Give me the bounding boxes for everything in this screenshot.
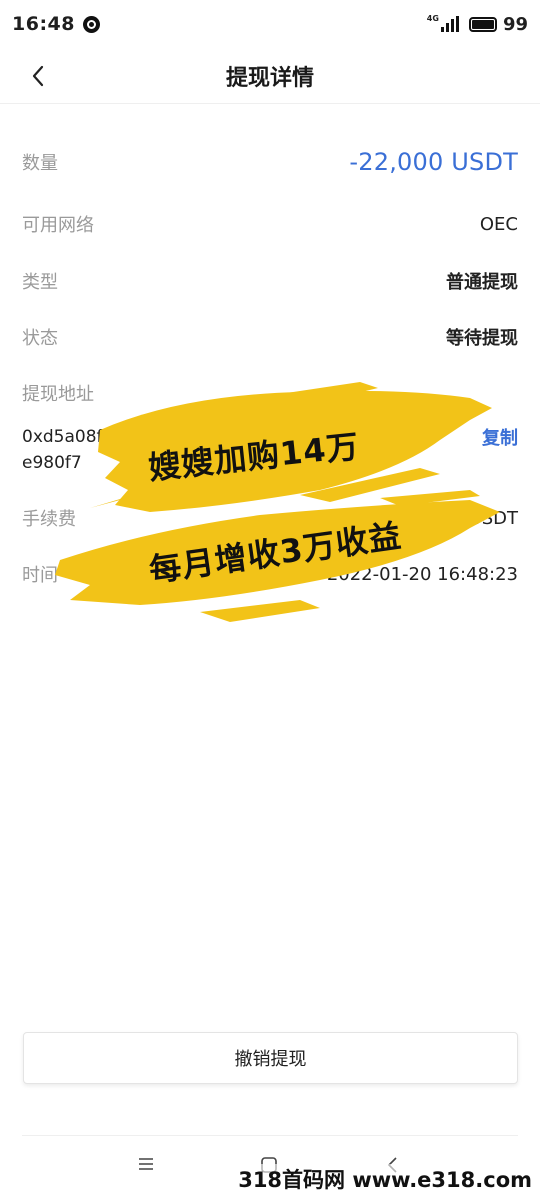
battery-icon	[468, 16, 497, 32]
network-value: OEC	[479, 213, 518, 235]
battery-level: 99	[502, 13, 528, 35]
detail-row-status: 状态 等待提现	[22, 324, 518, 350]
address-block: 0xd5a08f197 381 e980f7 复制	[22, 424, 518, 476]
amount-value: -22,000 USDT	[349, 148, 518, 176]
site-watermark: 318首码网 www.e318.com	[236, 1164, 534, 1194]
brush-strokes	[55, 382, 500, 622]
time-value: 2022-01-20 16:48:23	[326, 563, 518, 585]
type-label: 类型	[22, 272, 58, 293]
detail-row-fee: 手续费 0.012 USDT	[22, 505, 518, 531]
promo-overlay: 嫂嫂加购14万 每月增收3万收益	[0, 0, 540, 1200]
status-label: 状态	[22, 328, 58, 349]
address-label: 提现地址	[22, 384, 94, 405]
notification-app-icon	[82, 15, 100, 33]
signal-strength-icon	[440, 16, 459, 32]
network-type-label: 4G	[426, 13, 439, 23]
fee-label: 手续费	[22, 509, 76, 530]
detail-row-amount: 数量 -22,000 USDT	[22, 148, 518, 176]
menu-icon[interactable]	[137, 1156, 155, 1172]
fee-value: 0.012 USDT	[411, 507, 518, 529]
detail-row-address-label: 提现地址	[22, 380, 518, 406]
type-value: 普通提现	[446, 272, 518, 293]
nav-divider	[22, 1135, 518, 1136]
page-title: 提现详情	[225, 66, 314, 91]
network-label: 可用网络	[22, 215, 94, 236]
address-line-1-tail: 381	[334, 427, 368, 447]
detail-row-type: 类型 普通提现	[22, 268, 518, 294]
copy-address-button[interactable]: 复制	[482, 424, 518, 450]
cancel-withdrawal-button[interactable]: 撤销提现	[23, 1032, 518, 1084]
status-bar-right: 4G 99	[427, 14, 528, 35]
amount-label: 数量	[22, 153, 58, 174]
status-time: 16:48	[12, 13, 75, 35]
detail-row-network: 可用网络 OEC	[22, 211, 518, 237]
status-value: 等待提现	[446, 328, 518, 349]
address-line-1: 0xd5a08f197	[22, 427, 135, 447]
status-bar-left: 16:48	[12, 13, 100, 35]
detail-row-time: 时间 2022-01-20 16:48:23	[22, 561, 518, 587]
app-header: 提现详情	[0, 48, 540, 104]
address-value: 0xd5a08f197 381 e980f7	[22, 424, 462, 476]
status-bar: 16:48 4G 99	[0, 0, 540, 48]
address-line-2: e980f7	[22, 453, 82, 473]
time-label: 时间	[22, 565, 58, 586]
